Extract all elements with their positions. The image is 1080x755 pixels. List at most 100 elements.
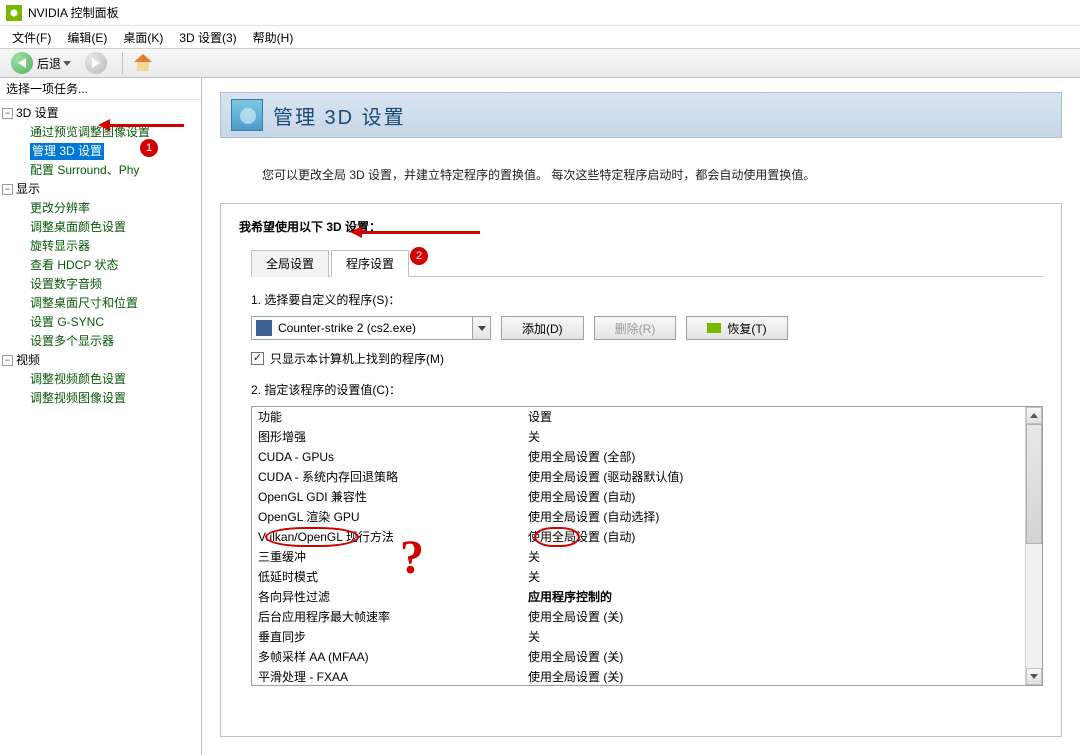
grid-cell-setting: 使用全局设置 (自动选择) xyxy=(528,508,1019,526)
forward-button[interactable] xyxy=(78,51,118,75)
grid-cell-feature: 平滑处理 - FXAA xyxy=(258,668,528,685)
local-only-checkbox[interactable] xyxy=(251,352,264,365)
tree-item-manage-3d[interactable]: 管理 3D 设置 xyxy=(30,143,104,160)
grid-cell-setting: 使用全局设置 (关) xyxy=(528,608,1019,626)
grid-cell-setting: 使用全局设置 (自动) xyxy=(528,488,1019,506)
grid-cell-setting: 使用全局设置 (关) xyxy=(528,648,1019,666)
program-selected-text: Counter-strike 2 (cs2.exe) xyxy=(276,321,472,335)
grid-cell-feature: Vulkan/OpenGL 现行方法 xyxy=(258,528,528,546)
grid-row[interactable]: 图形增强关 xyxy=(252,427,1025,447)
program-icon xyxy=(256,320,272,336)
back-arrow-icon xyxy=(11,52,33,74)
tree-item-gsync[interactable]: 设置 G-SYNC xyxy=(30,314,104,331)
tree-item-surround[interactable]: 配置 Surround、Phy xyxy=(30,162,139,179)
scrollbar[interactable] xyxy=(1025,407,1042,685)
panel-header: 我希望使用以下 3D 设置： xyxy=(239,218,1043,235)
back-button[interactable]: 后退 xyxy=(4,51,78,75)
tree-item-video-color[interactable]: 调整视频颜色设置 xyxy=(30,371,126,388)
tab-global[interactable]: 全局设置 xyxy=(251,250,329,277)
grid-row[interactable]: 三重缓冲关 xyxy=(252,547,1025,567)
toolbar-separator xyxy=(122,52,123,74)
menu-3d-settings[interactable]: 3D 设置(3) xyxy=(171,27,244,48)
tree-toggle-icon[interactable]: − xyxy=(2,355,13,366)
chevron-down-icon[interactable] xyxy=(472,317,490,339)
tree-toggle-icon[interactable]: − xyxy=(2,108,13,119)
grid-cell-feature: 低延时模式 xyxy=(258,568,528,586)
tabs: 全局设置 程序设置 xyxy=(251,249,1043,277)
grid-cell-feature: 垂直同步 xyxy=(258,628,528,646)
tree-item-resolution[interactable]: 更改分辨率 xyxy=(30,200,90,217)
grid-row[interactable]: CUDA - 系统内存回退策略使用全局设置 (驱动器默认值) xyxy=(252,467,1025,487)
restore-button[interactable]: 恢复(T) xyxy=(686,316,787,340)
remove-button[interactable]: 删除(R) xyxy=(594,316,677,340)
tree-item-color[interactable]: 调整桌面颜色设置 xyxy=(30,219,126,236)
grid-cell-setting: 应用程序控制的 xyxy=(528,588,1019,606)
menu-help[interactable]: 帮助(H) xyxy=(245,27,302,48)
menu-desktop[interactable]: 桌面(K) xyxy=(115,27,171,48)
grid-cell-setting: 关 xyxy=(528,628,1019,646)
nvidia-icon xyxy=(6,5,22,21)
menubar: 文件(F) 编辑(E) 桌面(K) 3D 设置(3) 帮助(H) xyxy=(0,26,1080,48)
forward-arrow-icon xyxy=(85,52,107,74)
tree-item-hdcp[interactable]: 查看 HDCP 状态 xyxy=(30,257,118,274)
grid-row[interactable]: OpenGL 渲染 GPU使用全局设置 (自动选择) xyxy=(252,507,1025,527)
tree-toggle-icon[interactable]: − xyxy=(2,184,13,195)
grid-row[interactable]: 垂直同步关 xyxy=(252,627,1025,647)
tab-program[interactable]: 程序设置 xyxy=(331,250,409,277)
grid-row[interactable]: Vulkan/OpenGL 现行方法使用全局设置 (自动) xyxy=(252,527,1025,547)
grid-row[interactable]: OpenGL GDI 兼容性使用全局设置 (自动) xyxy=(252,487,1025,507)
grid-cell-feature: CUDA - GPUs xyxy=(258,448,528,466)
tree-item-rotate[interactable]: 旋转显示器 xyxy=(30,238,90,255)
page-title: 管理 3D 设置 xyxy=(273,101,406,130)
page-description: 您可以更改全局 3D 设置，并建立特定程序的置换值。 每次这些特定程序启动时，都… xyxy=(262,166,1050,183)
grid-cell-setting: 使用全局设置 (驱动器默认值) xyxy=(528,468,1019,486)
home-icon xyxy=(134,54,152,72)
back-label: 后退 xyxy=(37,55,61,72)
page-title-icon xyxy=(231,99,263,131)
grid-cell-feature: OpenGL 渲染 GPU xyxy=(258,508,528,526)
scroll-thumb[interactable] xyxy=(1026,424,1042,544)
add-button[interactable]: 添加(D) xyxy=(501,316,584,340)
tree-item-preview[interactable]: 通过预览调整图像设置 xyxy=(30,124,150,141)
scroll-up-icon[interactable] xyxy=(1026,407,1042,424)
tree-item-size[interactable]: 调整桌面尺寸和位置 xyxy=(30,295,138,312)
tree-item-audio[interactable]: 设置数字音频 xyxy=(30,276,102,293)
grid-row[interactable]: 低延时模式关 xyxy=(252,567,1025,587)
grid-cell-feature: 各向异性过滤 xyxy=(258,588,528,606)
grid-cell-feature: 图形增强 xyxy=(258,428,528,446)
back-dropdown-icon xyxy=(63,61,71,66)
tree-cat-video[interactable]: 视频 xyxy=(16,352,40,369)
menu-edit[interactable]: 编辑(E) xyxy=(59,27,115,48)
grid-cell-feature: 三重缓冲 xyxy=(258,548,528,566)
local-only-label: 只显示本计算机上找到的程序(M) xyxy=(270,350,444,367)
grid-cell-setting: 使用全局设置 (关) xyxy=(528,668,1019,685)
tree-item-multi[interactable]: 设置多个显示器 xyxy=(30,333,114,350)
grid-row[interactable]: 平滑处理 - FXAA使用全局设置 (关) xyxy=(252,667,1025,685)
menu-file[interactable]: 文件(F) xyxy=(4,27,59,48)
grid-row[interactable]: 多帧采样 AA (MFAA)使用全局设置 (关) xyxy=(252,647,1025,667)
step1-label: 1. 选择要自定义的程序(S)： xyxy=(251,291,1043,308)
navigation-tree: −3D 设置 通过预览调整图像设置 管理 3D 设置 配置 Surround、P… xyxy=(0,100,201,412)
grid-row[interactable]: 各向异性过滤应用程序控制的 xyxy=(252,587,1025,607)
grid-cell-feature: OpenGL GDI 兼容性 xyxy=(258,488,528,506)
page-title-banner: 管理 3D 设置 xyxy=(220,92,1062,138)
program-select[interactable]: Counter-strike 2 (cs2.exe) xyxy=(251,316,491,340)
grid-row[interactable]: 后台应用程序最大帧速率使用全局设置 (关) xyxy=(252,607,1025,627)
grid-cell-feature: CUDA - 系统内存回退策略 xyxy=(258,468,528,486)
grid-cell-setting: 使用全局设置 (全部) xyxy=(528,448,1019,466)
toolbar: 后退 xyxy=(0,48,1080,78)
grid-cell-feature: 后台应用程序最大帧速率 xyxy=(258,608,528,626)
step2-label: 2. 指定该程序的设置值(C)： xyxy=(251,381,1043,398)
grid-row[interactable]: CUDA - GPUs使用全局设置 (全部) xyxy=(252,447,1025,467)
grid-cell-setting: 关 xyxy=(528,568,1019,586)
scroll-down-icon[interactable] xyxy=(1026,668,1042,685)
tree-cat-display[interactable]: 显示 xyxy=(16,181,40,198)
tree-cat-3d[interactable]: 3D 设置 xyxy=(16,105,59,122)
tree-item-video-image[interactable]: 调整视频图像设置 xyxy=(30,390,126,407)
settings-grid: 功能 设置 图形增强关CUDA - GPUs使用全局设置 (全部)CUDA - … xyxy=(251,406,1043,686)
col-feature: 功能 xyxy=(258,408,528,426)
grid-cell-setting: 关 xyxy=(528,428,1019,446)
titlebar: NVIDIA 控制面板 xyxy=(0,0,1080,26)
home-button[interactable] xyxy=(127,51,159,75)
nvidia-badge-icon xyxy=(707,323,721,333)
